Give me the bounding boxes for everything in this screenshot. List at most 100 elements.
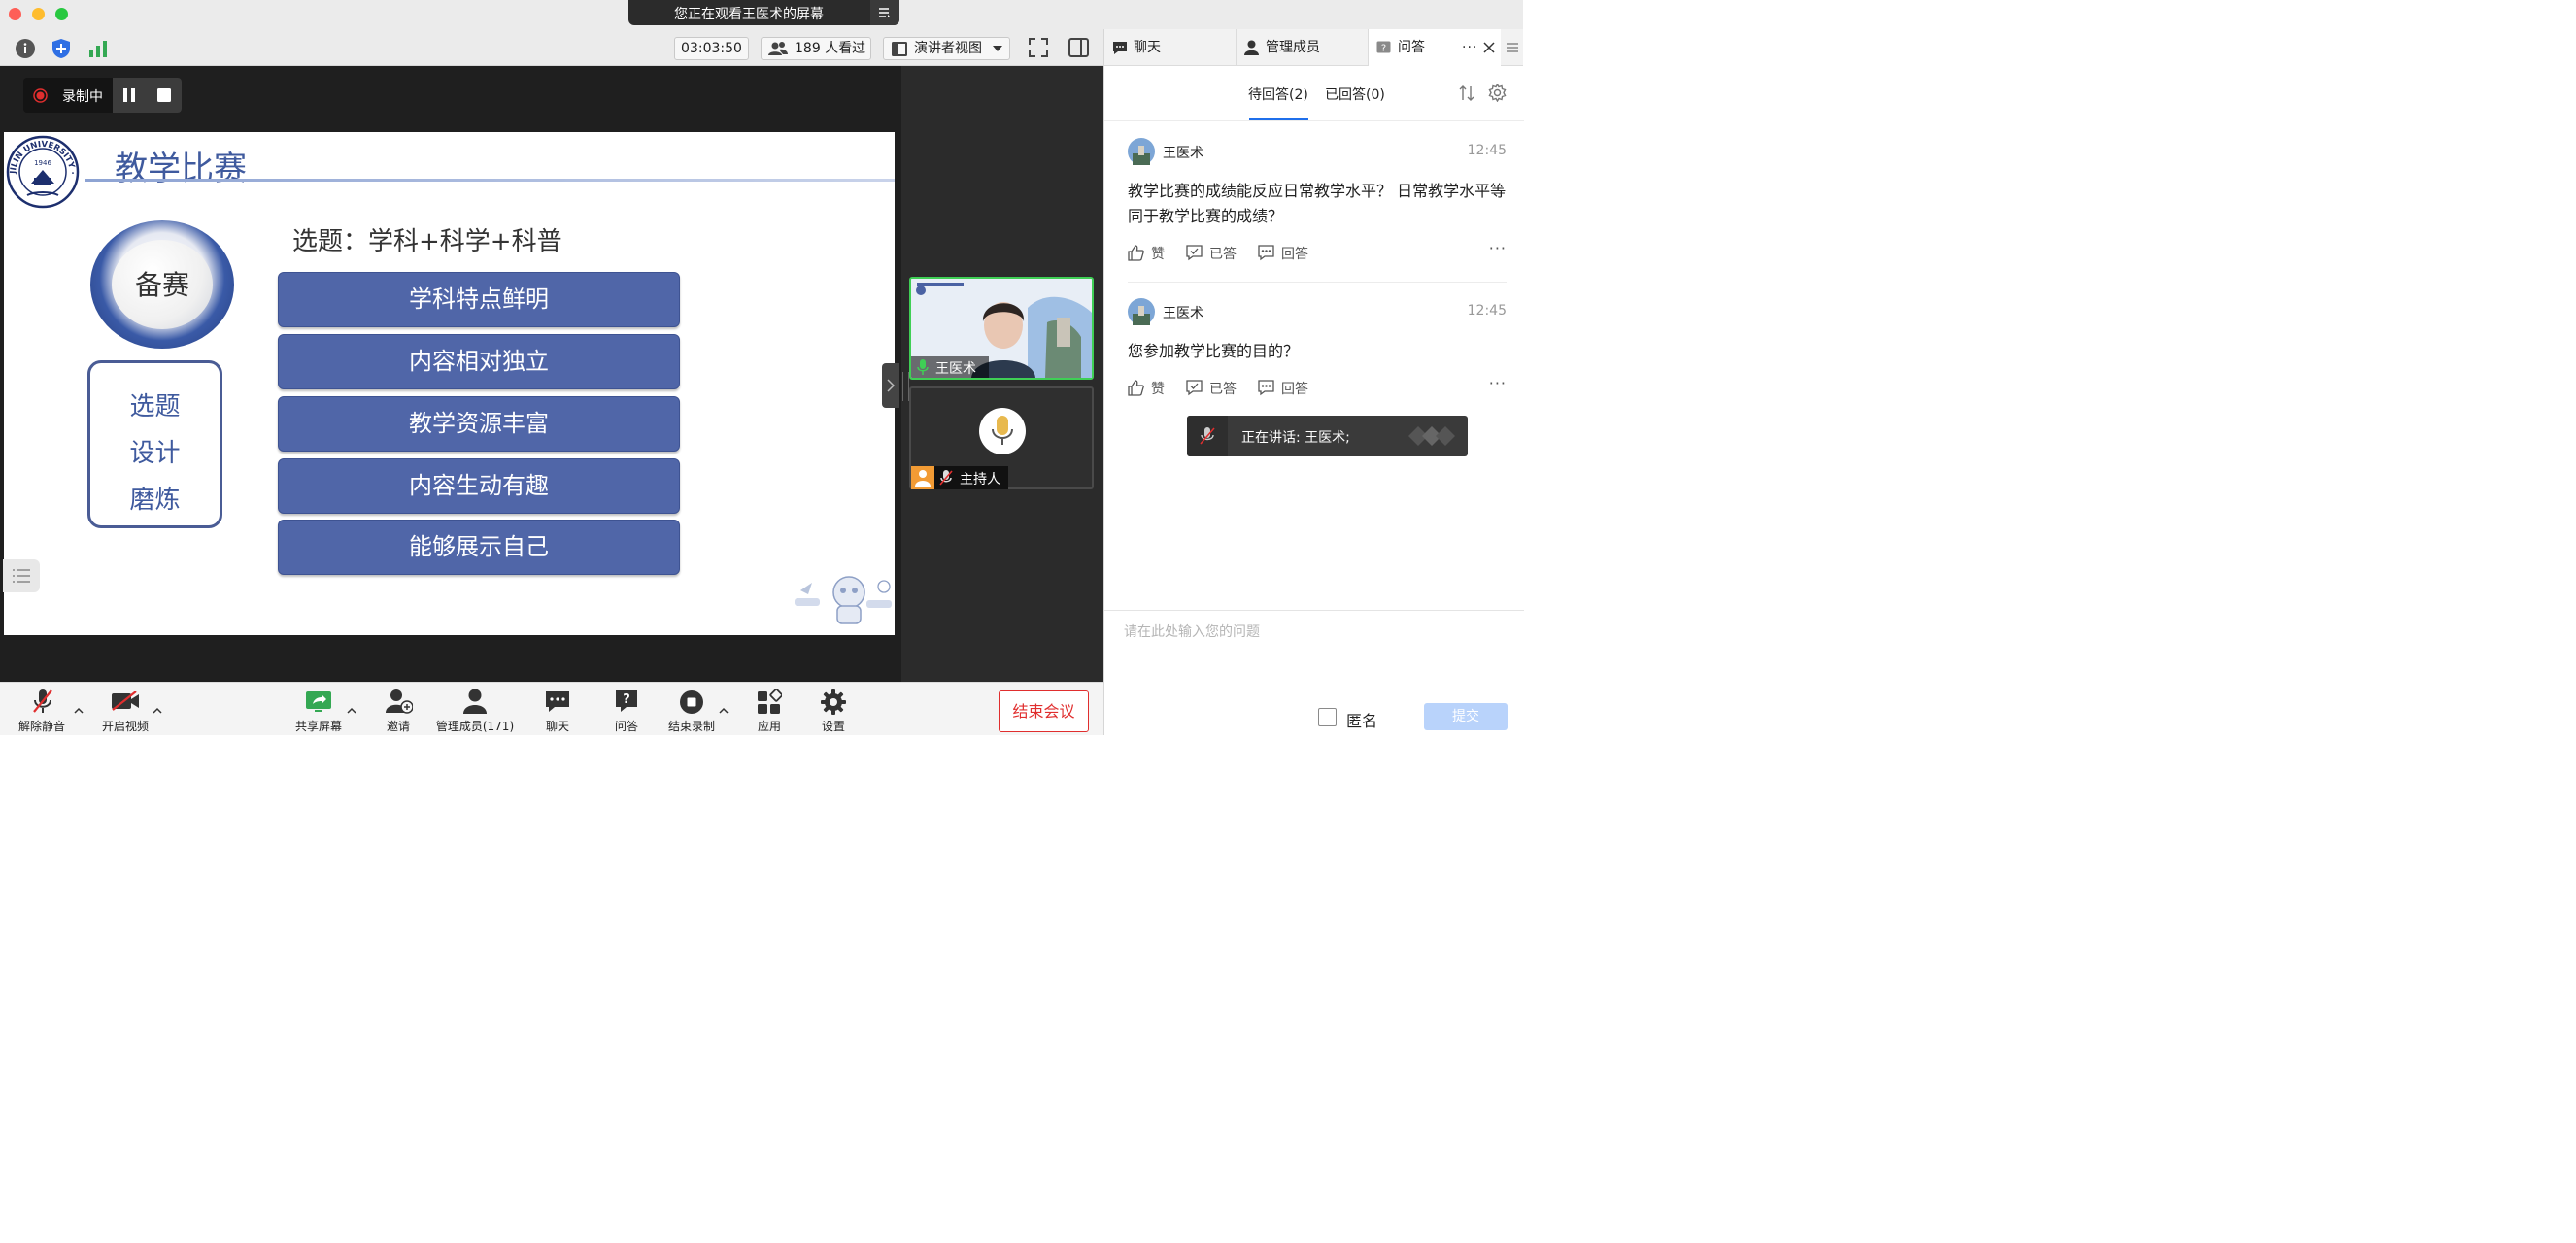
pause-recording-button[interactable] [120,86,138,104]
question-text: 教学比赛的成绩能反应日常教学水平？ 日常教学水平等同于教学比赛的成绩？ [1128,182,1507,225]
layout-icon [892,42,907,56]
video-options-caret-icon[interactable] [153,706,162,716]
anonymous-checkbox[interactable] [1318,708,1338,727]
check-box-icon [1186,380,1203,396]
tab-chat[interactable]: 聊天 [1104,29,1237,66]
slide-list-button[interactable] [3,559,40,592]
chat-icon [546,691,569,712]
menu-icon [879,8,891,17]
view-mode-dropdown[interactable]: 演讲者视图 [883,37,1010,60]
panel-menu-button[interactable] [1507,42,1518,53]
toggle-sidebar-button[interactable] [1068,38,1089,57]
logo-year: 1946 [34,159,51,167]
invite-label: 邀请 [386,720,410,733]
share-screen-label: 共享屏幕 [294,720,342,733]
more-icon[interactable]: ··· [1489,239,1507,257]
university-logo: JILIN UNIVERSITY · CHINA 1946 [6,135,80,209]
topic-heading: 选题：学科+科学+科普 [292,227,562,256]
question-icon: ? [1376,41,1391,54]
info-button[interactable] [15,38,36,59]
hamburger-icon [1507,43,1518,52]
recording-bar: 录制中 [23,78,182,113]
audio-options-caret-icon[interactable] [74,706,84,716]
people-icon [768,42,788,55]
gear-icon [821,689,846,715]
camera-off-icon [112,691,139,711]
tab-answered[interactable]: 已回答(0) [1325,84,1385,104]
list-icon [13,569,30,583]
step-1: 选题 [129,392,181,421]
submit-button[interactable]: 提交 [1424,703,1508,730]
step-3: 磨炼 [129,486,181,515]
thumbs-up-icon [1128,245,1144,261]
more-icon[interactable]: ··· [1489,374,1507,392]
reply-label: 回答 [1281,247,1308,262]
close-window-button[interactable] [9,8,21,20]
person-icon [463,689,487,714]
view-mode-label: 演讲者视图 [914,41,982,56]
fullscreen-icon [1029,38,1048,57]
share-menu-button[interactable] [870,0,899,25]
question-author: 王医术 [1163,146,1203,161]
answered-label: 已答 [1209,247,1237,262]
host-avatar [911,466,934,489]
speaker-video-tile[interactable]: 王医术 [909,277,1094,380]
anonymous-label: 匿名 [1346,712,1378,730]
slide-item: 内容相对独立 [278,334,680,389]
network-signal-button[interactable] [87,38,109,59]
gear-icon [1488,84,1507,102]
tab-members[interactable]: 管理成员 [1237,29,1369,66]
resize-handle[interactable] [902,372,909,401]
apps-icon [758,689,782,714]
slide-item: 教学资源丰富 [278,396,680,452]
minimize-window-button[interactable] [32,8,45,20]
title-underline [85,179,895,182]
maximize-window-button[interactable] [55,8,68,20]
stop-recording-button[interactable] [155,86,173,104]
tab-qa[interactable]: ? 问答 ··· [1369,29,1501,67]
speaker-thumbnail [1408,426,1455,446]
host-video-tile[interactable]: 主持人 [909,386,1094,489]
add-person-icon [386,689,413,714]
close-icon[interactable] [1483,42,1495,53]
viewers-count-button[interactable]: 189 人看过 [761,37,871,60]
apps-label: 应用 [757,720,781,733]
security-button[interactable] [51,38,72,59]
more-icon[interactable]: ··· [1462,29,1477,66]
chat-icon [1113,42,1127,54]
signal-icon [89,41,107,57]
recording-options-caret-icon[interactable] [719,706,729,716]
host-label: 主持人 [960,472,1000,487]
tab-qa-label: 问答 [1398,40,1425,55]
sort-icon [1459,85,1474,101]
fullscreen-button[interactable] [1029,38,1048,57]
end-meeting-button[interactable]: 结束会议 [999,690,1089,732]
host-nameplate: 主持人 [911,466,1008,489]
collapse-gallery-button[interactable] [882,363,899,408]
title-bar: 您正在观看王医术的屏幕 [0,0,1523,29]
step-2: 设计 [129,439,181,468]
question-icon: ? [616,690,637,712]
tab-pending[interactable]: 待回答(2) [1248,84,1308,104]
stop-record-icon [680,690,703,714]
unmute-label: 解除静音 [17,720,65,733]
question-input[interactable]: 请在此处输入您的问题 [1124,622,1505,643]
chevron-right-icon [887,379,895,392]
mic-on-icon [917,359,929,375]
presentation-slide: JILIN UNIVERSITY · CHINA 1946 教学比赛 备赛 选题… [4,132,895,635]
recording-status: 录制中 [62,89,103,105]
tab-members-label: 管理成员 [1266,40,1320,55]
steps-box: 选题 设计 磨炼 [87,360,222,528]
sort-button[interactable] [1458,84,1475,102]
slide-title: 教学比赛 [115,150,247,188]
avatar [1128,298,1155,325]
share-options-caret-icon[interactable] [347,706,356,716]
microphone-avatar-icon [979,408,1026,454]
qa-label: 问答 [614,720,638,733]
manage-members-label: 管理成员(171) [435,720,515,733]
question-time: 12:45 [1467,303,1507,319]
settings-label: 设置 [821,720,845,733]
qa-settings-button[interactable] [1488,84,1507,102]
speaking-toast-text: 正在讲话: 王医术; [1241,430,1350,446]
slide-item: 内容生动有趣 [278,458,680,514]
